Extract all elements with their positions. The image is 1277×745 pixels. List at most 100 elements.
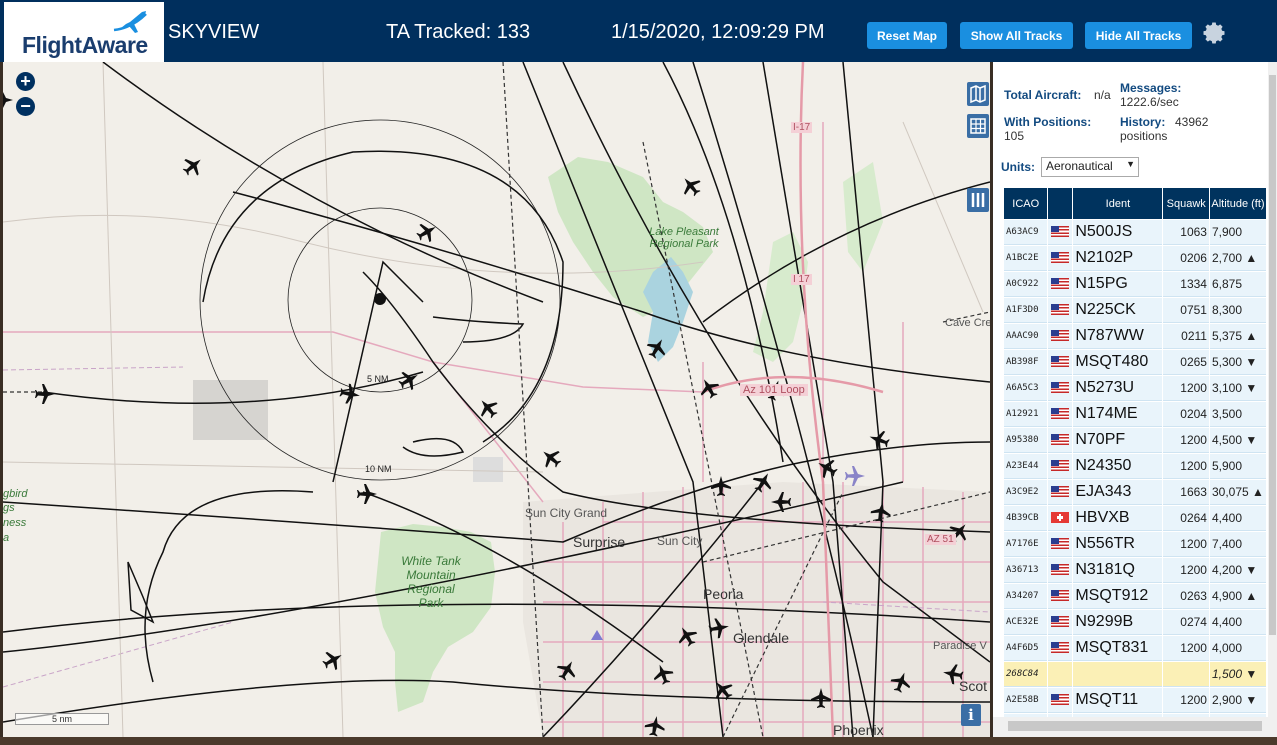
- table-row[interactable]: A63AC9 N500JS 1063 7,900: [1004, 220, 1266, 245]
- column-header-squawk[interactable]: Squawk: [1163, 188, 1209, 219]
- icao-cell: A95380: [1004, 428, 1048, 453]
- table-row[interactable]: A12921 N174ME 0204 3,500: [1004, 402, 1266, 427]
- icao-cell: A36713: [1004, 558, 1048, 583]
- messages-label: Messages:: [1120, 81, 1182, 95]
- reset-map-button[interactable]: Reset Map: [867, 22, 947, 49]
- table-row[interactable]: 268C84 1,500 ▼: [1004, 662, 1266, 687]
- ident-cell: N2102P: [1073, 246, 1163, 271]
- units-select[interactable]: Aeronautical ▼: [1041, 157, 1139, 177]
- flag-cell: [1048, 220, 1073, 245]
- altitude-cell: 3,500: [1209, 402, 1266, 427]
- altitude-cell: 1,500 ▼: [1209, 662, 1266, 687]
- aircraft-table: ICAO Ident Squawk Altitude (ft) A63AC9 N5…: [1003, 187, 1267, 717]
- taskbar-strip: [0, 737, 1277, 745]
- units-label: Units:: [1001, 160, 1035, 174]
- flightaware-logo[interactable]: FlightAware: [4, 2, 164, 62]
- ident-cell: EJA343: [1073, 480, 1163, 505]
- column-header-flag[interactable]: [1048, 188, 1073, 219]
- us-flag-icon: [1051, 460, 1070, 472]
- place-label: Surprise: [573, 534, 626, 550]
- table-row[interactable]: A36713 N3181Q 1200 4,200 ▼: [1004, 558, 1266, 583]
- range-ring-label: 5 NM: [367, 374, 389, 384]
- zoom-out-button[interactable]: −: [16, 97, 35, 116]
- aircraft-panel: Total Aircraft: n/a Messages: 1222.6/sec…: [993, 62, 1277, 717]
- table-row[interactable]: A2E58B MSQT11 1200 2,900 ▼: [1004, 688, 1266, 713]
- place-label: White Tank Mountain Regional Park: [401, 554, 461, 610]
- table-row[interactable]: AB398F MSQT480 0265 5,300 ▼: [1004, 350, 1266, 375]
- table-row[interactable]: A1F3D0 N225CK 0751 8,300: [1004, 298, 1266, 323]
- icao-cell: A23E44: [1004, 454, 1048, 479]
- hide-all-tracks-button[interactable]: Hide All Tracks: [1085, 22, 1192, 49]
- table-row[interactable]: A1BC2E N2102P 0206 2,700 ▲: [1004, 246, 1266, 271]
- columns-toggle-button[interactable]: [967, 188, 989, 212]
- column-header-ident[interactable]: Ident: [1073, 188, 1163, 219]
- gear-icon[interactable]: [1202, 21, 1226, 45]
- squawk-cell: 1200: [1163, 428, 1209, 453]
- icao-cell: A12921: [1004, 402, 1048, 427]
- map-layers-button[interactable]: [967, 82, 989, 106]
- aircraft-icon: [3, 90, 13, 110]
- squawk-cell: 0204: [1163, 402, 1209, 427]
- selected-aircraft-icon[interactable]: [845, 466, 865, 486]
- altitude-cell: 2,900 ▼: [1209, 688, 1266, 713]
- table-row[interactable]: A95380 N70PF 1200 4,500 ▼: [1004, 428, 1266, 453]
- icao-cell: A34207: [1004, 584, 1048, 609]
- top-bar: FlightAware SKYVIEW TA Tracked: 133 1/15…: [0, 0, 1277, 62]
- road-label: AZ 51: [925, 534, 956, 545]
- us-flag-icon: [1051, 538, 1070, 550]
- park-area: [753, 232, 808, 362]
- show-all-tracks-button[interactable]: Show All Tracks: [960, 22, 1073, 49]
- ident-cell: N70PF: [1073, 428, 1163, 453]
- table-row[interactable]: ACE32E N9299B 0274 4,400: [1004, 610, 1266, 635]
- map-canvas[interactable]: [3, 62, 990, 737]
- airfield-area: [473, 457, 503, 482]
- flag-cell: [1048, 324, 1073, 349]
- info-button[interactable]: i: [961, 704, 981, 726]
- table-row[interactable]: 4B39CB HBVXB 0264 4,400: [1004, 506, 1266, 531]
- vertical-scroll-thumb[interactable]: [1269, 75, 1276, 635]
- us-flag-icon: [1051, 564, 1070, 576]
- column-header-icao[interactable]: ICAO: [1004, 188, 1048, 219]
- with-positions-label: With Positions:: [1004, 115, 1092, 129]
- place-label: Paradise V: [933, 640, 987, 652]
- table-row[interactable]: AAAC90 N787WW 0211 5,375 ▲: [1004, 324, 1266, 349]
- aircraft-icon: [818, 459, 838, 479]
- squawk-cell: [1163, 662, 1209, 687]
- horizontal-scroll-thumb[interactable]: [1008, 721, 1262, 731]
- park-area: [843, 162, 883, 272]
- table-row[interactable]: A6A5C3 N5273U 1200 3,100 ▼: [1004, 376, 1266, 401]
- icao-cell: A7176E: [1004, 532, 1048, 557]
- place-label: gs: [3, 502, 15, 514]
- table-row[interactable]: A0C922 N15PG 1334 6,875: [1004, 272, 1266, 297]
- aircraft-icon: [182, 158, 201, 176]
- history-label: History:: [1120, 115, 1166, 129]
- road-label: I 17: [791, 274, 812, 285]
- table-row[interactable]: A23E44 N24350 1200 5,900: [1004, 454, 1266, 479]
- table-row[interactable]: A7176E N556TR 1200 7,400: [1004, 532, 1266, 557]
- table-row[interactable]: A34207 MSQT912 0263 4,900 ▲: [1004, 584, 1266, 609]
- icao-cell: A1F3D0: [1004, 298, 1048, 323]
- squawk-cell: 0211: [1163, 324, 1209, 349]
- squawk-cell: 0206: [1163, 246, 1209, 271]
- road-label: Az 101 Loop: [740, 384, 808, 396]
- ident-cell: HBVXB: [1073, 506, 1163, 531]
- plane-logo-icon: [113, 11, 147, 33]
- columns-icon: [971, 193, 985, 207]
- map-view[interactable]: 5 NM 10 NM Lake Pleasant Regional Park W…: [3, 62, 990, 737]
- altitude-cell: 4,400: [1209, 506, 1266, 531]
- us-flag-icon: [1051, 356, 1070, 368]
- icao-cell: A3C9E2: [1004, 480, 1048, 505]
- us-flag-icon: [1051, 252, 1070, 264]
- column-header-altitude[interactable]: Altitude (ft): [1209, 188, 1266, 219]
- zoom-in-button[interactable]: +: [16, 72, 35, 91]
- table-row[interactable]: A3C9E2 EJA343 1663 30,075 ▲: [1004, 480, 1266, 505]
- place-label: Sun City: [657, 534, 703, 548]
- flag-cell: [1048, 532, 1073, 557]
- aircraft-icon: [683, 178, 701, 197]
- aircraft-icon: [357, 484, 377, 504]
- table-row[interactable]: A4F6D5 MSQT831 1200 4,000: [1004, 636, 1266, 661]
- flag-cell: [1048, 480, 1073, 505]
- aircraft-icon: [416, 223, 436, 243]
- grid-toggle-button[interactable]: [967, 114, 989, 138]
- icao-cell: A63AC9: [1004, 220, 1048, 245]
